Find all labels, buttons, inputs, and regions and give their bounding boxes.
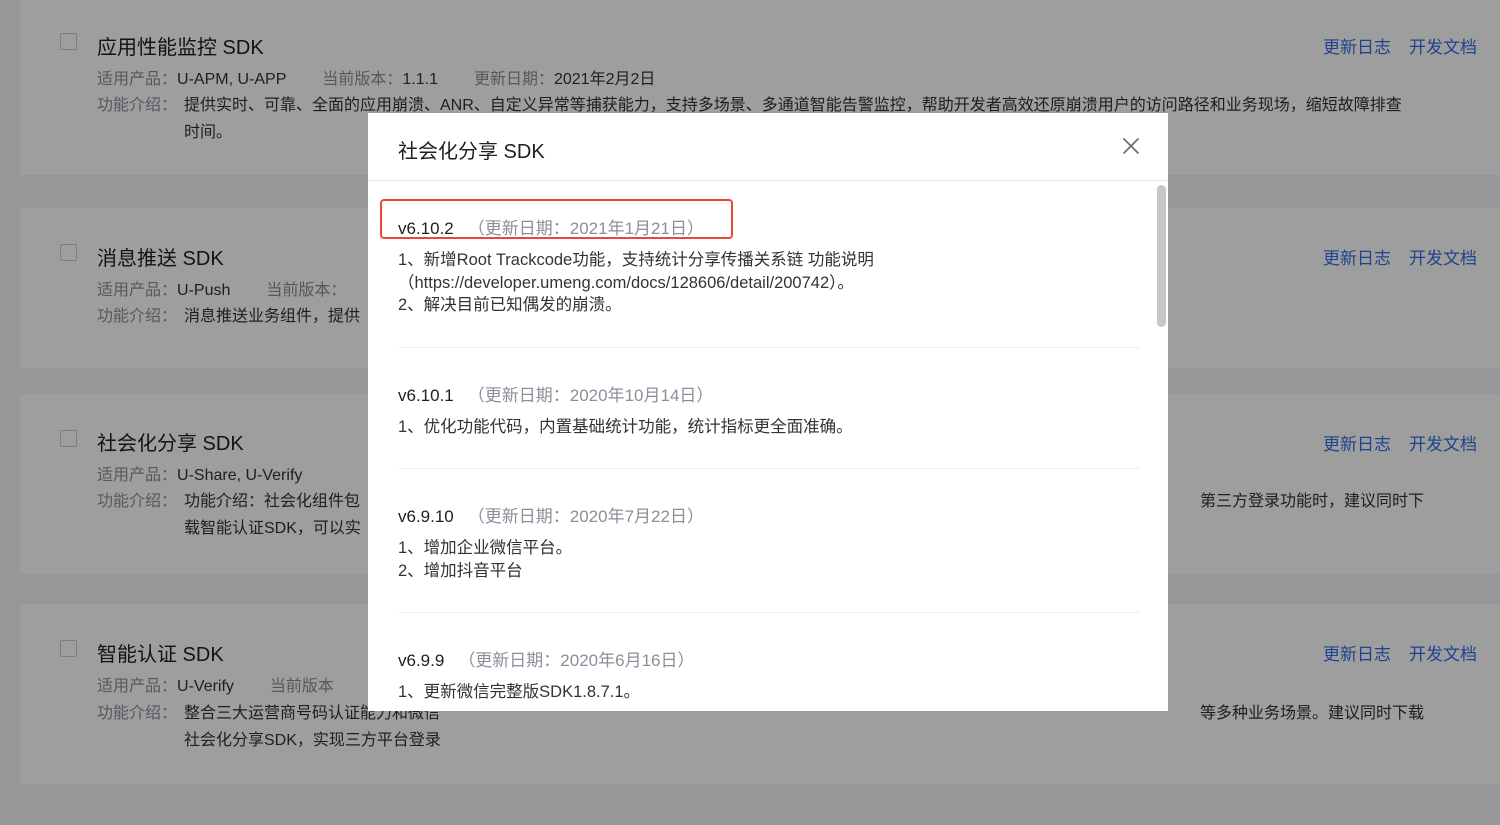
release-date: （更新日期：2021年1月21日） bbox=[467, 219, 704, 238]
release-notes: 1、更新微信完整版SDK1.8.7.1。 bbox=[398, 681, 1140, 704]
release-entry: v6.10.1 （更新日期：2020年10月14日） 1、优化功能代码，内置基础统… bbox=[398, 381, 1140, 439]
release-note: 1、优化功能代码，内置基础统计功能，统计指标更全面准确。 bbox=[398, 418, 853, 436]
release-header: v6.9.10 （更新日期：2020年7月22日） bbox=[398, 502, 1140, 527]
divider bbox=[398, 612, 1140, 613]
release-header: v6.10.1 （更新日期：2020年10月14日） bbox=[398, 381, 1140, 406]
release-entry: v6.9.9 （更新日期：2020年6月16日） 1、更新微信完整版SDK1.8.… bbox=[398, 646, 1140, 704]
release-header: v6.10.2 （更新日期：2021年1月21日） bbox=[398, 214, 1140, 239]
release-date: （更新日期：2020年6月16日） bbox=[458, 651, 695, 670]
modal-title: 社会化分享 SDK bbox=[398, 141, 545, 163]
release-version: v6.10.2 bbox=[398, 219, 454, 238]
changelog-list[interactable]: v6.10.2 （更新日期：2021年1月21日） 1、新增Root Trackc… bbox=[368, 182, 1168, 711]
divider bbox=[398, 468, 1140, 469]
release-note: 2、增加抖音平台 bbox=[398, 561, 523, 580]
release-version: v6.9.9 bbox=[398, 651, 445, 670]
release-version: v6.9.10 bbox=[398, 507, 454, 526]
release-note: 2、解决目前已知偶发的崩溃。 bbox=[398, 296, 622, 314]
release-entry: v6.9.10 （更新日期：2020年7月22日） 1、增加企业微信平台。 2、增… bbox=[398, 502, 1140, 582]
release-date: （更新日期：2020年7月22日） bbox=[467, 507, 704, 526]
release-entry: v6.10.2 （更新日期：2021年1月21日） 1、新增Root Trackc… bbox=[398, 214, 1140, 317]
release-header: v6.9.9 （更新日期：2020年6月16日） bbox=[398, 646, 1140, 671]
release-notes: 1、增加企业微信平台。 2、增加抖音平台 bbox=[398, 537, 1140, 582]
modal-header: 社会化分享 SDK bbox=[368, 113, 1168, 181]
release-note: （https://developer.umeng.com/docs/128606… bbox=[398, 273, 854, 292]
divider bbox=[398, 347, 1140, 348]
release-notes: 1、优化功能代码，内置基础统计功能，统计指标更全面准确。 bbox=[398, 416, 1140, 439]
release-notes: 1、新增Root Trackcode功能，支持统计分享传播关系链 功能说明 （h… bbox=[398, 249, 1140, 317]
release-note: 1、增加企业微信平台。 bbox=[398, 539, 573, 557]
release-note: 1、更新微信完整版SDK1.8.7.1。 bbox=[398, 683, 641, 701]
release-note: 1、新增Root Trackcode功能，支持统计分享传播关系链 功能说明 bbox=[398, 251, 874, 269]
scrollbar-thumb[interactable] bbox=[1157, 185, 1166, 327]
changelog-modal: 社会化分享 SDK v6.10.2 （更新日期：2021年1月21日） 1、新增R… bbox=[368, 113, 1168, 711]
release-date: （更新日期：2020年10月14日） bbox=[467, 386, 714, 405]
close-icon[interactable] bbox=[1120, 135, 1142, 157]
release-version: v6.10.1 bbox=[398, 386, 454, 405]
